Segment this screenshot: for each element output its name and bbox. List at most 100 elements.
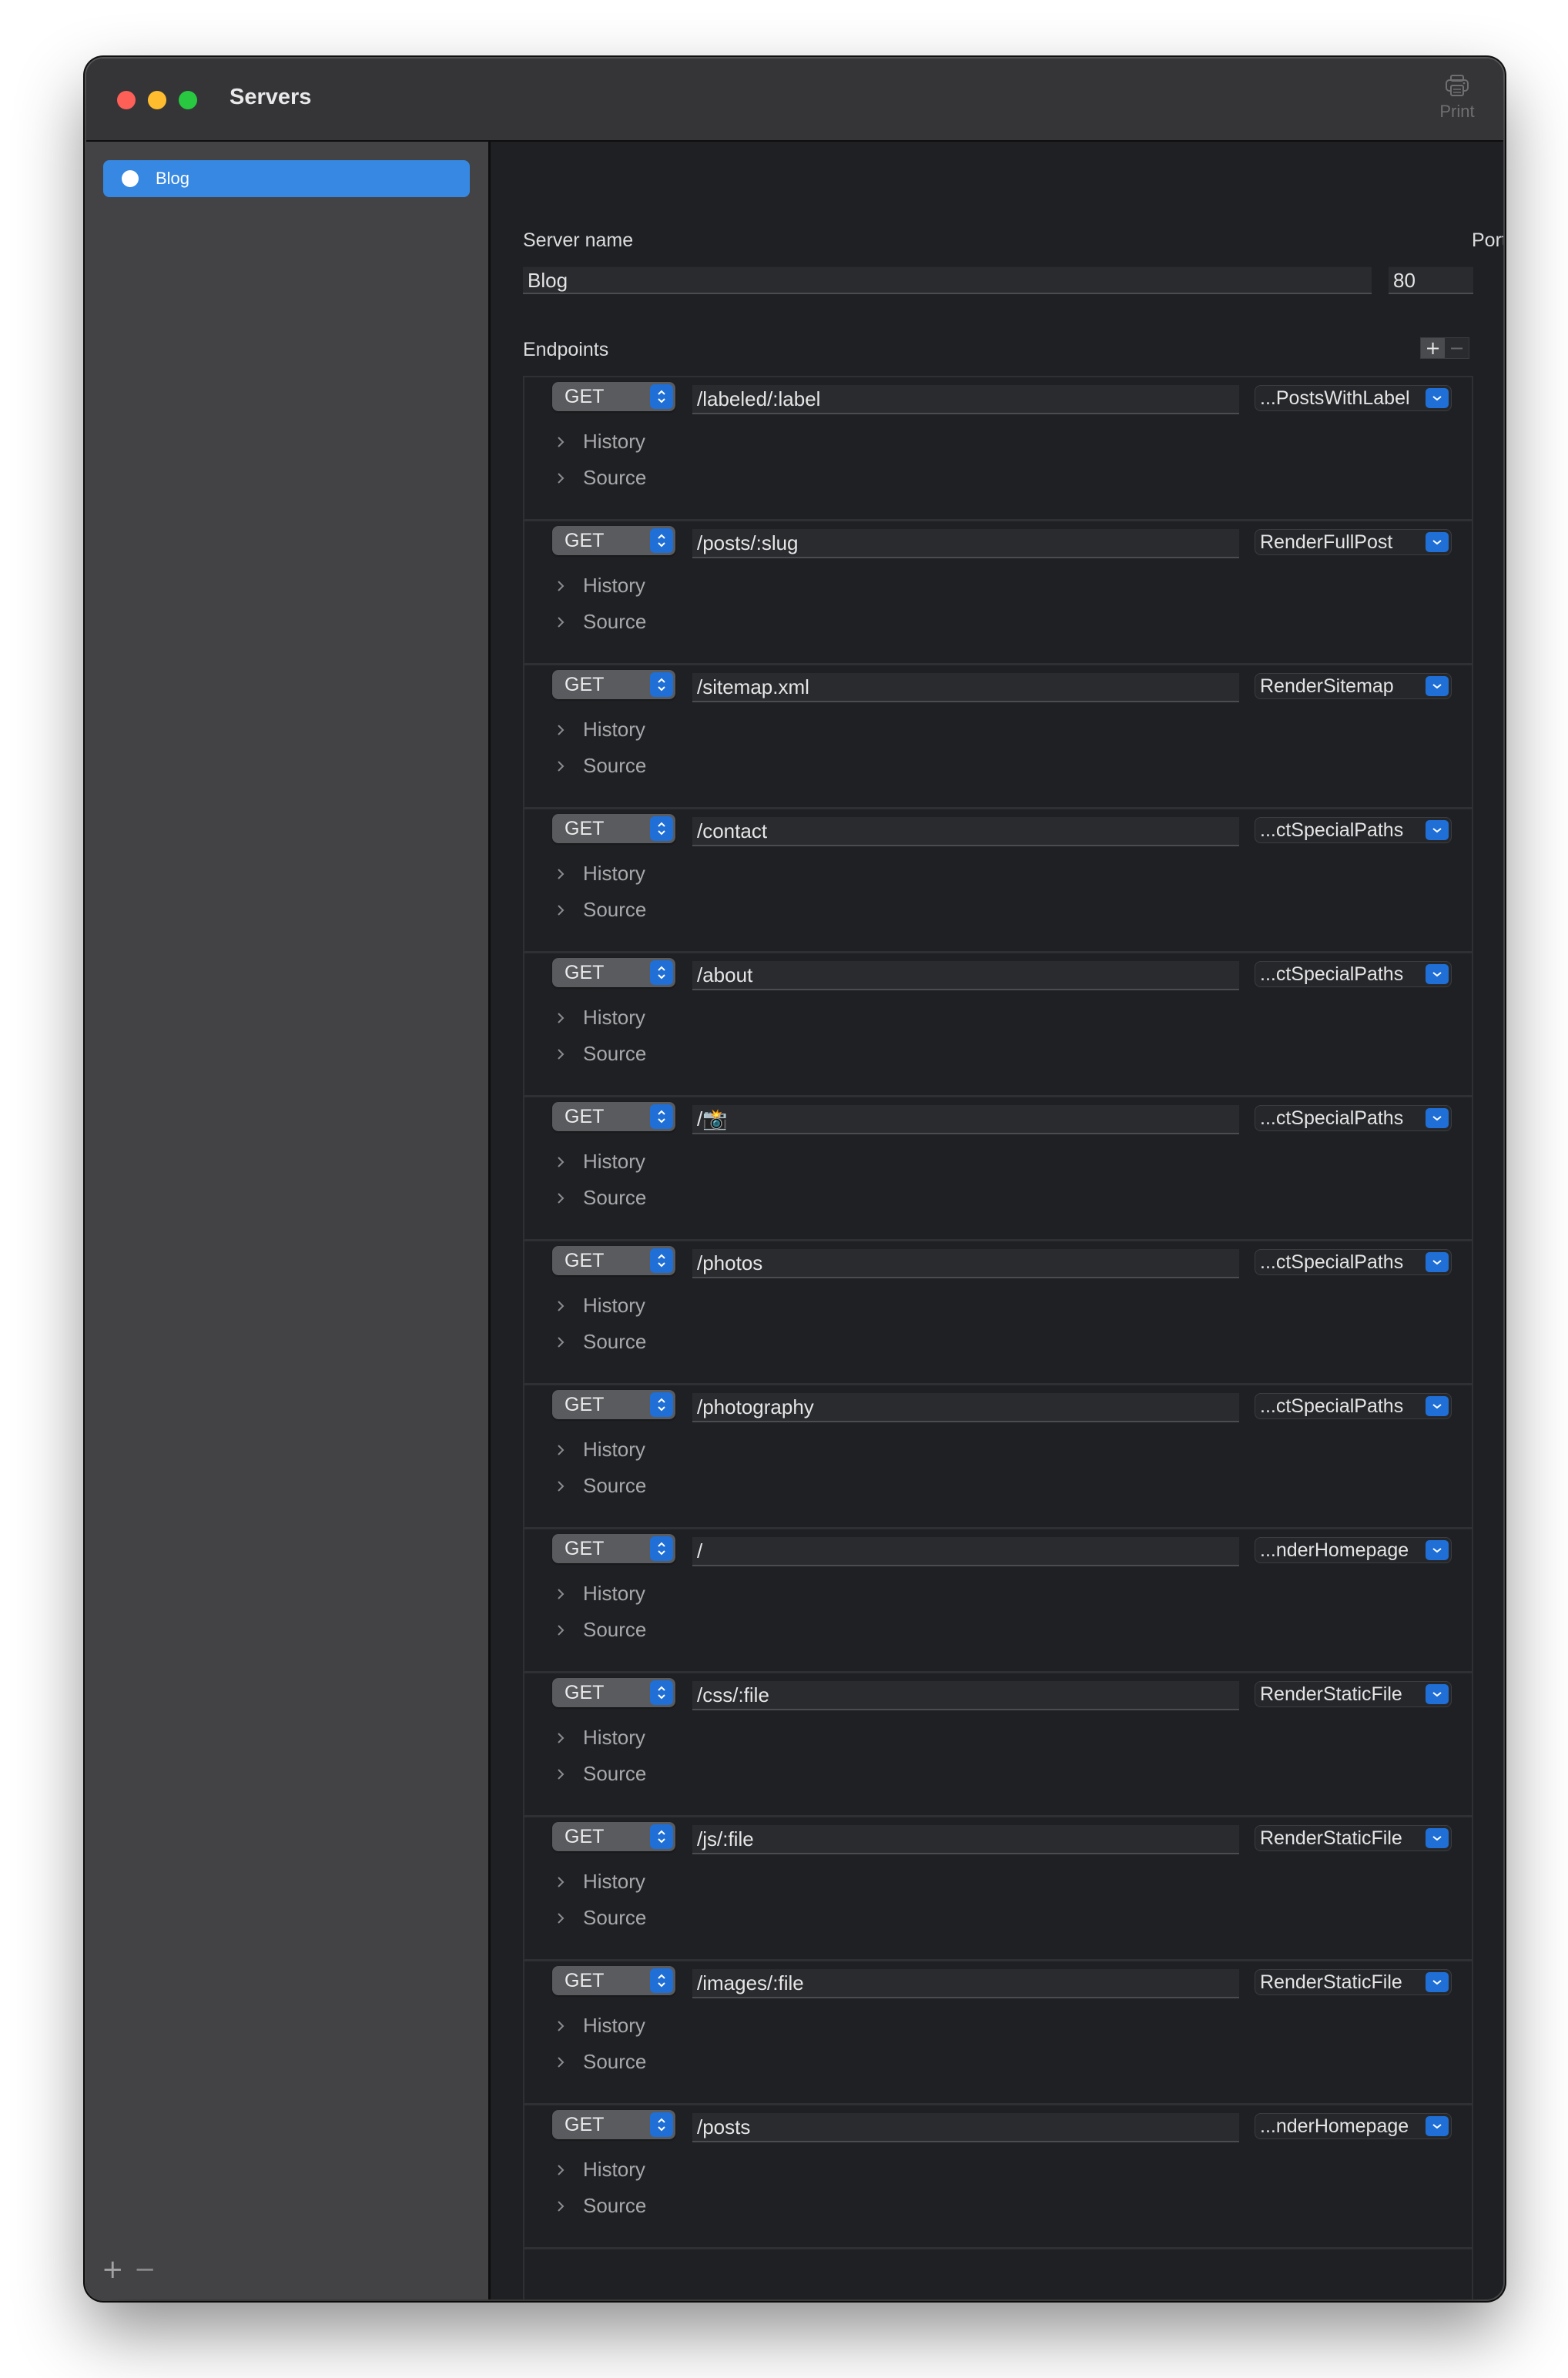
up-down-chevron-icon	[650, 816, 673, 841]
chevron-down-icon	[1426, 1684, 1449, 1704]
handler-popup[interactable]: ...nderHomepage	[1255, 2113, 1452, 2139]
server-name-label: Server name	[523, 229, 634, 251]
path-field[interactable]: /css/:file	[692, 1681, 1239, 1710]
handler-popup[interactable]: ...PostsWithLabel	[1255, 385, 1452, 411]
endpoint-row: GET / ...nderHomepage History Source	[524, 1529, 1472, 1673]
method-popup[interactable]: GET	[552, 2110, 675, 2139]
minimize-button[interactable]	[148, 91, 166, 109]
history-disclosure[interactable]: History	[555, 1870, 645, 1894]
handler-popup[interactable]: RenderFullPost	[1255, 529, 1452, 555]
source-disclosure[interactable]: Source	[555, 1042, 646, 1066]
handler-label: ...nderHomepage	[1260, 1539, 1409, 1561]
path-field[interactable]: /📸	[692, 1105, 1239, 1134]
method-popup[interactable]: GET	[552, 1246, 675, 1275]
source-disclosure[interactable]: Source	[555, 1618, 646, 1642]
source-disclosure[interactable]: Source	[555, 610, 646, 634]
history-disclosure[interactable]: History	[555, 1582, 645, 1606]
handler-popup[interactable]: RenderStaticFile	[1255, 1681, 1452, 1707]
chevron-right-icon	[558, 1480, 565, 1492]
history-label: History	[583, 574, 645, 597]
endpoint-row: GET /posts ...nderHomepage History Sourc…	[524, 2105, 1472, 2249]
source-disclosure[interactable]: Source	[555, 2194, 646, 2218]
source-disclosure[interactable]: Source	[555, 898, 646, 922]
path-field[interactable]: /images/:file	[692, 1969, 1239, 1998]
remove-endpoint-button[interactable]: −	[1445, 338, 1469, 358]
history-disclosure[interactable]: History	[555, 1438, 645, 1462]
sidebar-item-blog[interactable]: Blog	[103, 160, 470, 197]
endpoint-row: GET /css/:file RenderStaticFile History …	[524, 1673, 1472, 1817]
chevron-down-icon	[1426, 820, 1449, 840]
source-disclosure[interactable]: Source	[555, 1330, 646, 1354]
handler-popup[interactable]: ...ctSpecialPaths	[1255, 1249, 1452, 1275]
handler-popup[interactable]: ...ctSpecialPaths	[1255, 961, 1452, 987]
method-popup[interactable]: GET	[552, 670, 675, 699]
handler-label: ...ctSpecialPaths	[1260, 1107, 1404, 1129]
add-server-button[interactable]: +	[102, 2256, 124, 2283]
method-popup[interactable]: GET	[552, 1678, 675, 1707]
history-disclosure[interactable]: History	[555, 430, 645, 454]
handler-popup[interactable]: ...nderHomepage	[1255, 1537, 1452, 1563]
source-label: Source	[583, 1762, 647, 1785]
handler-popup[interactable]: RenderStaticFile	[1255, 1825, 1452, 1851]
path-field[interactable]: /about	[692, 961, 1239, 990]
source-disclosure[interactable]: Source	[555, 1906, 646, 1930]
source-disclosure[interactable]: Source	[555, 1186, 646, 1210]
path-field[interactable]: /posts	[692, 2113, 1239, 2142]
history-label: History	[583, 1006, 645, 1029]
handler-popup[interactable]: RenderSitemap	[1255, 673, 1452, 699]
endpoint-row: GET /sitemap.xml RenderSitemap History S…	[524, 665, 1472, 809]
method-popup[interactable]: GET	[552, 1102, 675, 1131]
server-name-field[interactable]: Blog	[523, 266, 1372, 294]
method-label: GET	[565, 386, 605, 407]
zoom-button[interactable]	[179, 91, 197, 109]
print-button[interactable]: Print	[1434, 74, 1480, 125]
source-disclosure[interactable]: Source	[555, 466, 646, 490]
method-popup[interactable]: GET	[552, 1966, 675, 1995]
method-popup[interactable]: GET	[552, 814, 675, 843]
port-field[interactable]: 80	[1389, 266, 1473, 294]
history-label: History	[583, 1438, 645, 1461]
history-disclosure[interactable]: History	[555, 718, 645, 742]
handler-label: RenderStaticFile	[1260, 1971, 1402, 1993]
close-button[interactable]	[117, 91, 136, 109]
path-field[interactable]: /js/:file	[692, 1825, 1239, 1854]
up-down-chevron-icon	[650, 1680, 673, 1705]
history-disclosure[interactable]: History	[555, 1294, 645, 1318]
method-popup[interactable]: GET	[552, 1390, 675, 1419]
path-field[interactable]: /contact	[692, 817, 1239, 846]
path-field[interactable]: /	[692, 1537, 1239, 1566]
add-endpoint-button[interactable]: +	[1421, 338, 1445, 358]
handler-popup[interactable]: RenderStaticFile	[1255, 1969, 1452, 1995]
sidebar: Blog + −	[86, 142, 491, 2299]
history-disclosure[interactable]: History	[555, 1150, 645, 1174]
source-disclosure[interactable]: Source	[555, 1762, 646, 1786]
method-popup[interactable]: GET	[552, 382, 675, 411]
handler-popup[interactable]: ...ctSpecialPaths	[1255, 1105, 1452, 1131]
path-field[interactable]: /posts/:slug	[692, 529, 1239, 558]
history-disclosure[interactable]: History	[555, 1726, 645, 1750]
history-disclosure[interactable]: History	[555, 2158, 645, 2182]
path-field[interactable]: /photography	[692, 1393, 1239, 1422]
path-field[interactable]: /labeled/:label	[692, 385, 1239, 414]
remove-server-button[interactable]: −	[134, 2256, 156, 2283]
path-field[interactable]: /photos	[692, 1249, 1239, 1278]
source-disclosure[interactable]: Source	[555, 754, 646, 778]
chevron-right-icon	[558, 580, 565, 591]
history-disclosure[interactable]: History	[555, 862, 645, 886]
method-popup[interactable]: GET	[552, 526, 675, 555]
method-popup[interactable]: GET	[552, 958, 675, 987]
source-disclosure[interactable]: Source	[555, 1474, 646, 1498]
history-disclosure[interactable]: History	[555, 2014, 645, 2038]
history-disclosure[interactable]: History	[555, 1006, 645, 1030]
method-label: GET	[565, 1538, 605, 1559]
chevron-right-icon	[558, 1588, 565, 1599]
method-popup[interactable]: GET	[552, 1534, 675, 1563]
source-disclosure[interactable]: Source	[555, 2050, 646, 2074]
endpoint-row: GET /images/:file RenderStaticFile Histo…	[524, 1961, 1472, 2105]
method-popup[interactable]: GET	[552, 1822, 675, 1851]
handler-popup[interactable]: ...ctSpecialPaths	[1255, 1393, 1452, 1419]
path-field[interactable]: /sitemap.xml	[692, 673, 1239, 702]
up-down-chevron-icon	[650, 1392, 673, 1417]
history-disclosure[interactable]: History	[555, 574, 645, 598]
handler-popup[interactable]: ...ctSpecialPaths	[1255, 817, 1452, 843]
